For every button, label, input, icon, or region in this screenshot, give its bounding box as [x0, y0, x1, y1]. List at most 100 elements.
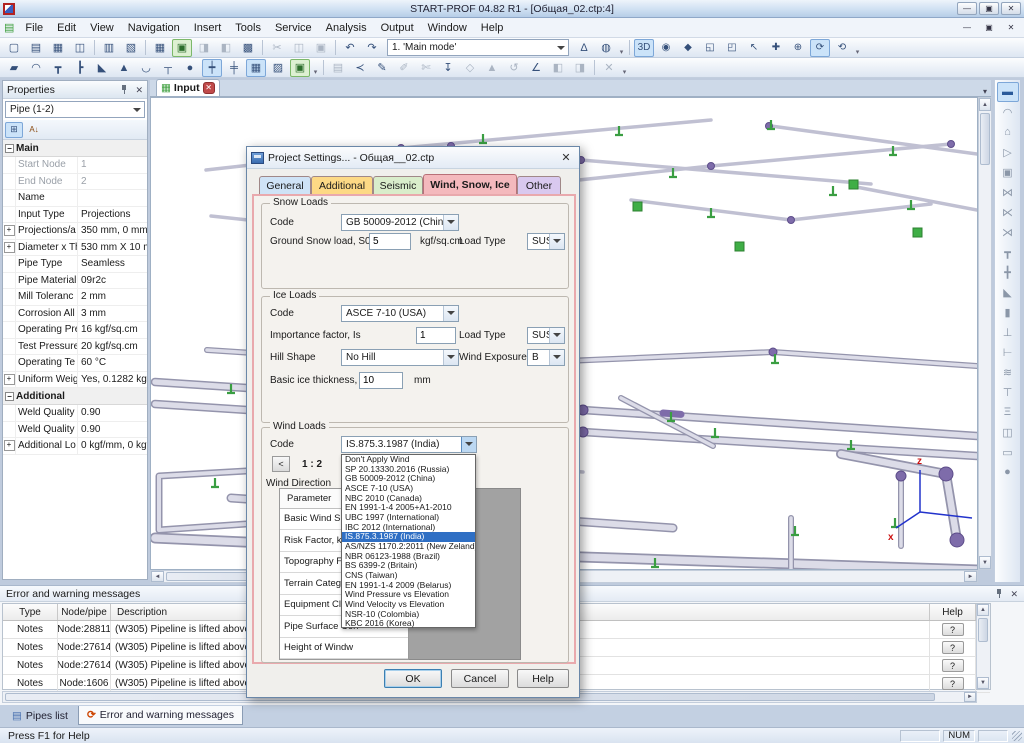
column-help[interactable]: Help — [930, 604, 976, 620]
property-row[interactable]: Input Type Projections — [3, 207, 147, 224]
insert-pipe-icon[interactable]: ▰ — [4, 59, 24, 77]
insert-branch-icon[interactable]: ┣ — [70, 59, 90, 77]
property-row[interactable]: Pipe Type Seamless — [3, 256, 147, 273]
hill-shape-select[interactable]: No Hill — [341, 349, 459, 366]
property-row[interactable]: Corrosion All 3 mm — [3, 306, 147, 323]
cut-icon[interactable]: ✂ — [267, 39, 287, 57]
spring-icon[interactable]: ≋ — [997, 362, 1019, 382]
menu-item[interactable]: Tools — [228, 20, 268, 36]
tab-pipes-list[interactable]: Pipes list — [4, 706, 76, 725]
refresh-icon[interactable]: ⟲ — [832, 39, 852, 57]
column-node[interactable]: Node/pipe — [58, 604, 111, 620]
property-row[interactable]: Test Pressure 20 kgf/sq.cm — [3, 339, 147, 356]
tab-input[interactable]: Input — [156, 79, 220, 96]
dropdown-option[interactable]: CNS (Taiwan) — [342, 571, 475, 581]
new-file-icon[interactable]: ▢ — [4, 39, 24, 57]
wind-parameter-row[interactable]: Height of Windw — [280, 638, 408, 660]
merge-pipe-icon[interactable]: ╪ — [224, 59, 244, 77]
print-icon[interactable]: ▧ — [121, 39, 141, 57]
tab-error-messages[interactable]: Error and warning messages — [78, 706, 243, 725]
property-row[interactable]: Weld Quality 0.90 — [3, 422, 147, 439]
convert-icon[interactable]: ▨ — [268, 59, 288, 77]
property-row[interactable]: End Node 2 — [3, 174, 147, 191]
save-icon[interactable]: ▦ — [48, 39, 68, 57]
category-row-additional[interactable]: Additional — [3, 388, 147, 405]
snow-load-type-select[interactable]: SUS — [527, 233, 565, 250]
delete-element-icon[interactable]: ✕ — [599, 59, 619, 77]
dialog-tab[interactable]: Additional — [311, 176, 373, 194]
copy-icon[interactable]: ◫ — [289, 39, 309, 57]
insert-tee-icon[interactable]: ┳ — [48, 59, 68, 77]
input-mode-icon[interactable]: ▣ — [172, 39, 192, 57]
previous-direction-button[interactable]: < — [272, 456, 290, 472]
dropdown-option[interactable]: SP 20.13330.2016 (Russia) — [342, 465, 475, 475]
help-button[interactable]: ? — [942, 623, 964, 636]
pan-icon[interactable]: ✚ — [766, 39, 786, 57]
wind-code-select[interactable]: IS.875.3.1987 (India) — [341, 436, 477, 453]
cross-icon[interactable]: ╋ — [997, 262, 1019, 282]
scroll-thumb[interactable] — [978, 618, 988, 642]
units-icon[interactable]: Δ — [574, 39, 594, 57]
mass-icon[interactable]: ▲ — [482, 59, 502, 77]
menu-item[interactable]: Help — [474, 20, 511, 36]
multi-view-icon[interactable]: ▦ — [246, 59, 266, 77]
child-restore-button[interactable]: ▣ — [979, 21, 999, 34]
tee-icon[interactable]: ┳ — [997, 242, 1019, 262]
importance-factor-input[interactable] — [416, 327, 456, 344]
copy-view-icon[interactable]: ◧ — [216, 39, 236, 57]
scroll-thumb[interactable] — [980, 113, 990, 165]
property-row[interactable]: Uniform Weig Yes, 0.1282 kgf/m — [3, 372, 147, 389]
cut-element-icon[interactable]: ✄ — [416, 59, 436, 77]
print-preview-icon[interactable]: ▥ — [99, 39, 119, 57]
paste-properties-icon[interactable]: ◨ — [570, 59, 590, 77]
toolbar-overflow-icon[interactable]: ▾ — [311, 60, 320, 76]
run-icon[interactable]: ▷ — [997, 142, 1019, 162]
dialog-tab[interactable]: General — [259, 176, 311, 194]
help-button[interactable]: ? — [942, 659, 964, 672]
add-bend-icon[interactable]: ◡ — [136, 59, 156, 77]
pin-icon[interactable] — [994, 588, 1004, 599]
render-mode-icon[interactable]: ◆ — [678, 39, 698, 57]
bend-icon[interactable]: ◠ — [997, 102, 1019, 122]
menu-item[interactable]: View — [83, 20, 121, 36]
mode-select[interactable]: 1. 'Main mode' — [387, 39, 569, 56]
toolbar-overflow-icon[interactable]: ▾ — [853, 40, 862, 56]
insert-anchor-icon[interactable]: ↧ — [438, 59, 458, 77]
angle-icon[interactable]: ∠ — [526, 59, 546, 77]
wind-exposure-select[interactable]: B — [527, 349, 565, 366]
collapse-icon[interactable] — [5, 144, 14, 153]
sort-alphabetical-button[interactable] — [25, 122, 43, 138]
fit-view-icon[interactable]: ◰ — [722, 39, 742, 57]
copy-properties-icon[interactable]: ◧ — [548, 59, 568, 77]
property-row[interactable]: Additional Lo 0 kgf/mm, 0 kgf/ — [3, 438, 147, 455]
node-icon[interactable]: ● — [997, 462, 1019, 482]
redo-icon[interactable]: ↷ — [362, 39, 382, 57]
ground-snow-load-input[interactable] — [369, 233, 411, 250]
child-close-button[interactable]: ✕ — [1001, 21, 1021, 34]
tab-close-icon[interactable] — [203, 82, 215, 94]
control-valve-icon[interactable]: ⋊ — [997, 222, 1019, 242]
divide-pipe-icon[interactable]: ┿ — [202, 59, 222, 77]
menu-item[interactable]: Navigation — [121, 20, 187, 36]
gate-valve-icon[interactable]: ⋉ — [997, 202, 1019, 222]
menu-item[interactable]: Analysis — [319, 20, 374, 36]
dialog-tab[interactable]: Wind, Snow, Ice — [423, 174, 517, 194]
globe-icon[interactable]: ◍ — [596, 39, 616, 57]
insert-bend-icon[interactable]: ◠ — [26, 59, 46, 77]
chevron-down-icon[interactable] — [983, 87, 987, 96]
table-view-icon[interactable]: ▦ — [150, 39, 170, 57]
categorized-view-button[interactable] — [5, 122, 23, 138]
add-tee-icon[interactable]: ┬ — [158, 59, 178, 77]
zoom-icon[interactable]: ⊕ — [788, 39, 808, 57]
rotate-element-icon[interactable]: ↺ — [504, 59, 524, 77]
dropdown-option[interactable]: EN 1991-1-4 2009 (Belarus) — [342, 581, 475, 591]
toolbar-overflow-icon[interactable]: ▾ — [617, 40, 626, 56]
close-icon[interactable] — [1010, 588, 1018, 600]
dependencies-icon[interactable]: ≺ — [350, 59, 370, 77]
menu-item[interactable]: Output — [374, 20, 421, 36]
scroll-right-icon[interactable]: ► — [964, 692, 976, 702]
dropdown-option[interactable]: EN 1991-1-4 2005+A1-2010 — [342, 503, 475, 513]
scroll-right-icon[interactable]: ► — [964, 571, 977, 582]
edit-mode-icon[interactable]: ✐ — [394, 59, 414, 77]
dropdown-option[interactable]: NSR-10 (Colombia) — [342, 610, 475, 620]
